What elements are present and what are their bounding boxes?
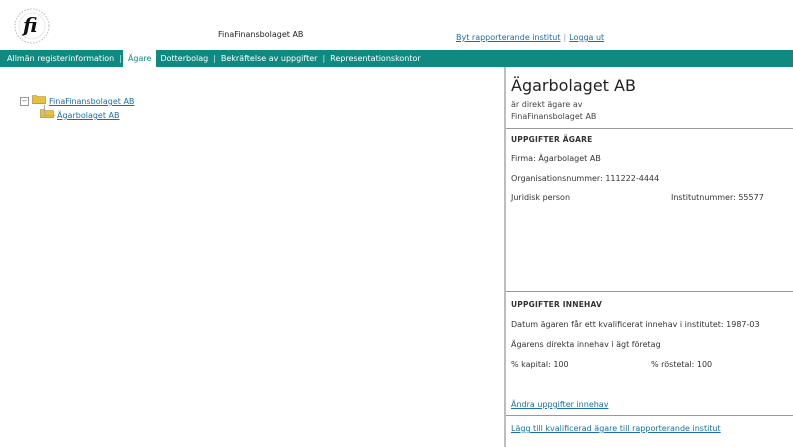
add-qualified-owner-link[interactable]: Lägg till kvalificerad ägare till rappor… bbox=[511, 424, 721, 433]
tab-allman-registerinformation[interactable]: Allmän registerinformation bbox=[0, 50, 118, 67]
divider bbox=[506, 415, 793, 416]
kapital-field: % kapital: 100 bbox=[511, 360, 569, 369]
direct-holding-field: Ägarens direkta innehav i ägt företag bbox=[511, 340, 661, 349]
header: fi FinaFinansbolaget AB Byt rapporterand… bbox=[0, 0, 793, 50]
panel-title: Ägarbolaget AB bbox=[511, 76, 636, 95]
tab-bekraftelse[interactable]: Bekräftelse av uppgifter bbox=[217, 50, 322, 67]
divider bbox=[506, 128, 793, 129]
rostetal-field: % röstetal: 100 bbox=[651, 360, 713, 369]
fi-logo: fi bbox=[6, 4, 58, 48]
top-links: Byt rapporterande institut | Logga ut bbox=[456, 33, 604, 42]
orgnr-field: Organisationsnummer: 111222-4444 bbox=[511, 174, 660, 183]
tab-representationskontor[interactable]: Representationskontor bbox=[326, 50, 425, 67]
datum-field: Datum ägaren får ett kvalificerat inneha… bbox=[511, 320, 760, 329]
collapse-icon[interactable]: − bbox=[20, 97, 29, 106]
switch-institute-link[interactable]: Byt rapporterande institut bbox=[456, 33, 560, 42]
main-nav: Allmän registerinformation | Ägare Dotterbo… bbox=[0, 50, 793, 67]
institutnummer-field: Institutnummer: 55577 bbox=[671, 193, 764, 202]
tree-root-link[interactable]: FinaFinansbolaget AB bbox=[49, 97, 134, 106]
panel-subtitle: är direkt ägare av bbox=[511, 100, 583, 109]
top-links-separator: | bbox=[563, 33, 567, 42]
holding-section-heading: UPPGIFTER INNEHAV bbox=[511, 300, 603, 309]
tree-node-child: Ägarbolaget AB bbox=[20, 105, 134, 122]
ownership-tree: − FinaFinansbolaget AB Ägarbolaget AB bbox=[20, 94, 134, 122]
company-name: FinaFinansbolaget AB bbox=[218, 30, 304, 39]
change-holding-link[interactable]: Ändra uppgifter innehav bbox=[511, 400, 608, 409]
person-type-field: Juridisk person bbox=[511, 193, 571, 202]
tree-node-root: − FinaFinansbolaget AB bbox=[20, 94, 134, 108]
tab-dotterbolag[interactable]: Dotterbolag bbox=[156, 50, 212, 67]
panel-subtitle-company: FinaFinansbolaget AB bbox=[511, 112, 597, 121]
divider bbox=[506, 291, 793, 292]
tree-connector bbox=[44, 105, 55, 116]
logout-link[interactable]: Logga ut bbox=[569, 33, 604, 42]
tab-agare[interactable]: Ägare bbox=[122, 50, 157, 67]
firma-field: Firma: Ägarbolaget AB bbox=[511, 154, 601, 163]
tree-child-link[interactable]: Ägarbolaget AB bbox=[57, 111, 119, 120]
owner-section-heading: UPPGIFTER ÄGARE bbox=[511, 135, 593, 144]
owner-detail-panel: Ägarbolaget AB är direkt ägare av FinaFi… bbox=[504, 67, 793, 447]
